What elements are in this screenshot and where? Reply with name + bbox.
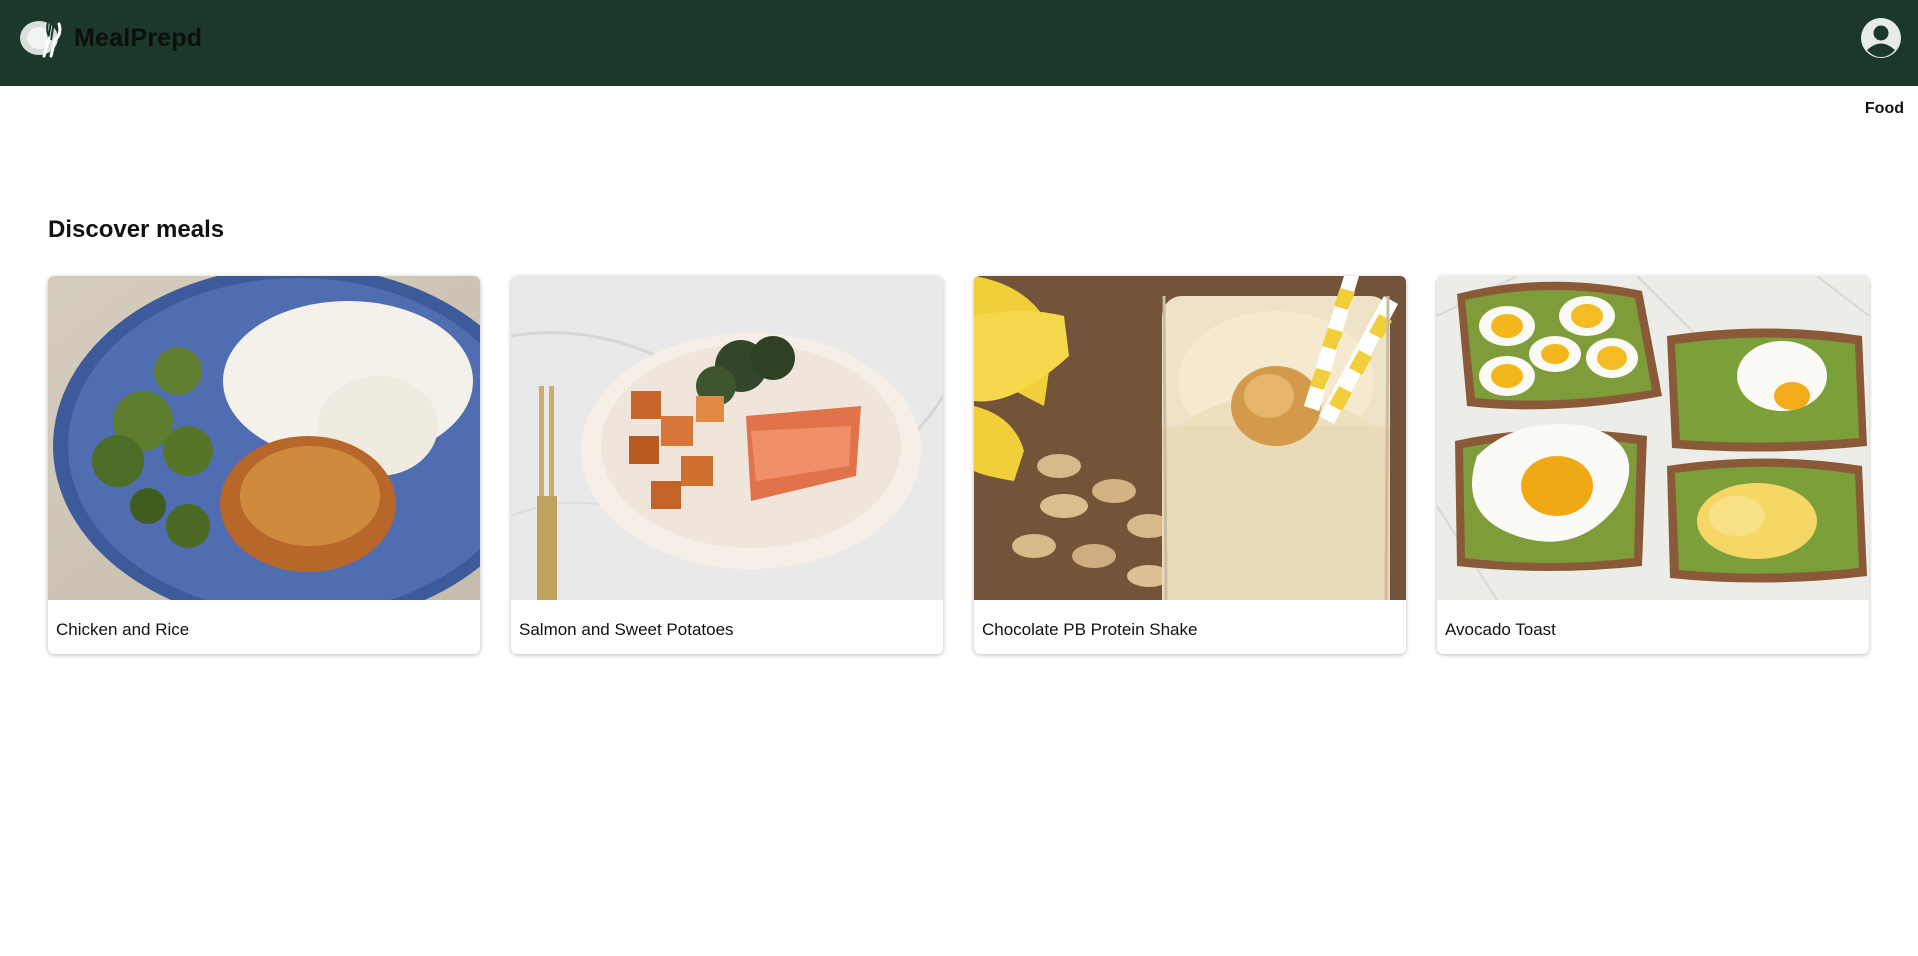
meal-card-title: Avocado Toast: [1445, 620, 1556, 639]
meal-card-chocolate-pb-protein-shake[interactable]: Chocolate PB Protein Shake: [974, 276, 1406, 654]
meal-card-chicken-and-rice[interactable]: Chicken and Rice: [48, 276, 480, 654]
plate-utensils-icon: [20, 21, 62, 58]
meal-card-title: Chicken and Rice: [56, 620, 190, 639]
meal-card-title: Chocolate PB Protein Shake: [982, 620, 1198, 639]
logo-link[interactable]: MealPrepd: [18, 18, 202, 58]
meal-card-title: Salmon and Sweet Potatoes: [519, 620, 734, 639]
protein-shake-photo: [974, 276, 1406, 600]
meal-card-avocado-toast[interactable]: Avocado Toast: [1437, 276, 1869, 654]
top-bar: MealPrepd: [0, 0, 1918, 86]
nav-link-food[interactable]: Food: [1865, 100, 1904, 118]
meal-card-list: Chicken and Rice Salmon and Sweet Potato…: [48, 276, 1869, 654]
chicken-rice-photo: [48, 276, 480, 600]
brand-name: MealPrepd: [74, 23, 203, 52]
avocado-toast-photo: [1437, 276, 1869, 600]
page-title: Discover meals: [48, 216, 225, 243]
meal-card-salmon-and-sweet-potatoes[interactable]: Salmon and Sweet Potatoes: [511, 276, 943, 654]
user-circle-icon[interactable]: [1860, 17, 1902, 59]
salmon-sweet-potatoes-photo: [511, 276, 943, 600]
